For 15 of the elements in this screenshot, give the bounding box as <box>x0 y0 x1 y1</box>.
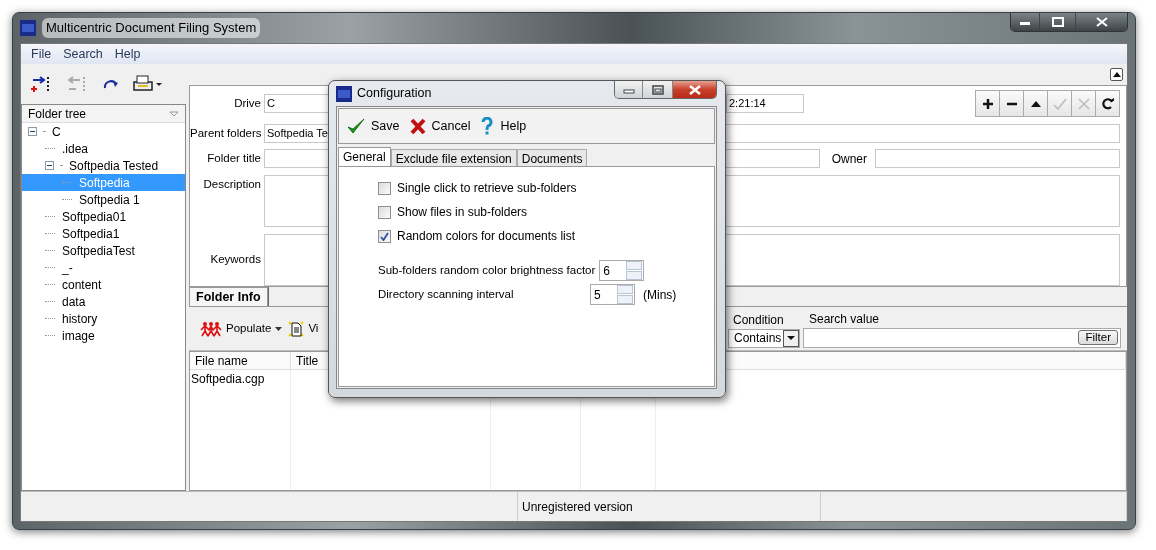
field-label: Description <box>202 177 261 192</box>
field-label: Keywords <box>209 252 261 268</box>
field-label: Parent folders <box>190 125 261 141</box>
field-label: Search value <box>808 310 881 328</box>
field-label: Drive <box>233 95 261 111</box>
tree-title: Folder tree <box>28 105 87 123</box>
window-title: Multicentric Document Filing System <box>42 18 261 38</box>
field-label: Sub-folders random color brightness factor <box>378 262 596 278</box>
dialog-title: Configuration <box>357 85 432 103</box>
field-label: Condition <box>732 311 785 329</box>
unit-label: (Mins) <box>643 286 677 304</box>
field-label: Directory scanning interval <box>378 286 515 302</box>
field-label: Folder title <box>206 150 261 166</box>
status-text: Unregistered version <box>522 498 633 516</box>
field-label: Owner <box>831 150 867 168</box>
